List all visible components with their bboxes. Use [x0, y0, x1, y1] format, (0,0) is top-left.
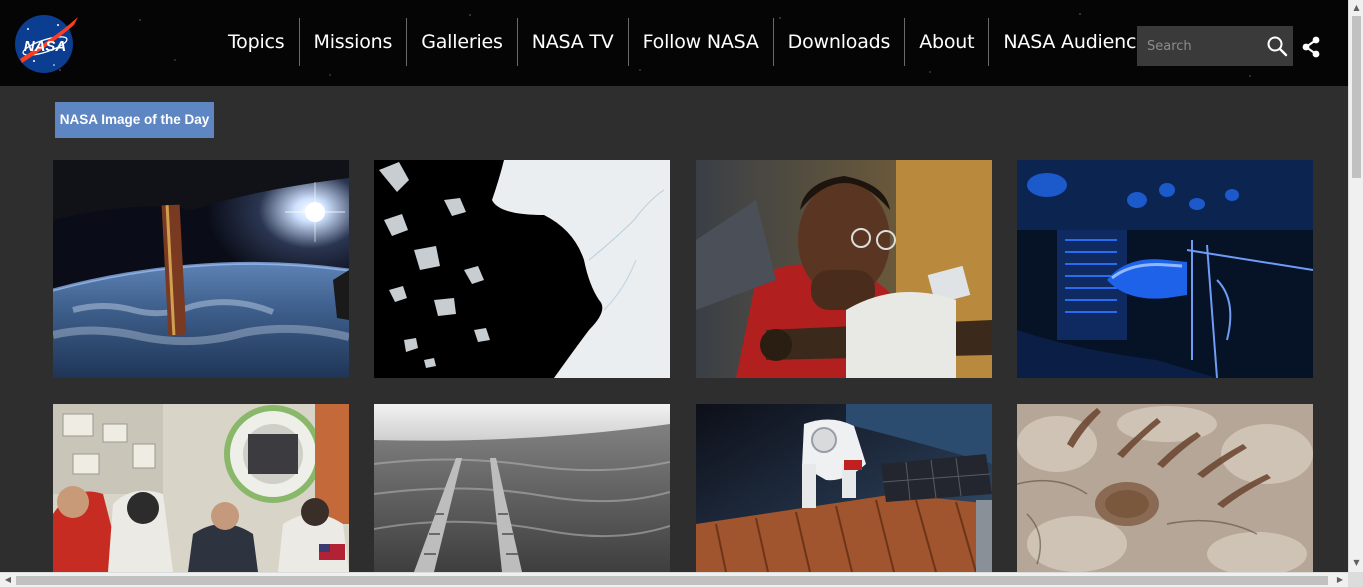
main-nav: Topics Missions Galleries NASA TV Follow…: [214, 18, 1171, 66]
gallery-tile-blue-lab[interactable]: [1017, 160, 1313, 378]
nasa-logo[interactable]: NASA: [14, 13, 78, 75]
image-of-the-day-badge[interactable]: NASA Image of the Day: [55, 102, 214, 138]
gallery-tile-rover-tracks[interactable]: [374, 404, 670, 572]
gallery-tile-earth-orbit[interactable]: [53, 160, 349, 378]
scientist-with-magnifier-image: [696, 160, 992, 378]
scroll-right-arrow-icon[interactable]: ▶: [1335, 575, 1345, 585]
mars-surface-image: [1017, 404, 1313, 572]
scrollbar-corner: [1348, 572, 1363, 587]
search-button[interactable]: [1265, 34, 1289, 58]
share-icon: [1302, 36, 1320, 58]
horizontal-scrollbar[interactable]: ◀ ▶: [0, 572, 1348, 587]
gallery-tile-sea-ice[interactable]: [374, 160, 670, 378]
gallery-tile-mars-surface[interactable]: [1017, 404, 1313, 572]
nav-galleries[interactable]: Galleries: [407, 18, 518, 66]
sea-ice-image: [374, 160, 670, 378]
gallery-tile-astronauts[interactable]: [53, 404, 349, 572]
gallery-tile-spacewalk[interactable]: [696, 404, 992, 572]
nav-nasa-tv[interactable]: NASA TV: [518, 18, 629, 66]
nasa-meatball-icon: NASA: [15, 15, 78, 73]
nav-about[interactable]: About: [905, 18, 990, 66]
earth-from-orbit-image: [53, 160, 349, 378]
scroll-up-arrow-icon[interactable]: ▲: [1352, 3, 1361, 13]
search-input[interactable]: [1137, 26, 1255, 66]
rover-tracks-image: [374, 404, 670, 572]
scroll-down-arrow-icon[interactable]: ▼: [1352, 558, 1361, 568]
blue-lab-equipment-image: [1017, 160, 1313, 378]
nav-follow-nasa[interactable]: Follow NASA: [629, 18, 774, 66]
svg-text:NASA: NASA: [24, 38, 67, 55]
nav-downloads[interactable]: Downloads: [774, 18, 906, 66]
nav-missions[interactable]: Missions: [300, 18, 408, 66]
vertical-scroll-thumb[interactable]: [1352, 16, 1361, 178]
site-header: NASA Topics Missions Galleries NASA TV F…: [0, 0, 1348, 86]
astronauts-in-station-image: [53, 404, 349, 572]
nav-topics[interactable]: Topics: [214, 18, 300, 66]
gallery-tile-scientist[interactable]: [696, 160, 992, 378]
share-button[interactable]: [1301, 36, 1321, 58]
vertical-scrollbar[interactable]: ▲ ▼: [1348, 0, 1363, 572]
scroll-left-arrow-icon[interactable]: ◀: [3, 575, 13, 585]
spacewalk-image: [696, 404, 992, 572]
search-box: [1137, 26, 1293, 66]
horizontal-scroll-thumb[interactable]: [16, 576, 1328, 585]
search-icon: [1267, 36, 1288, 57]
